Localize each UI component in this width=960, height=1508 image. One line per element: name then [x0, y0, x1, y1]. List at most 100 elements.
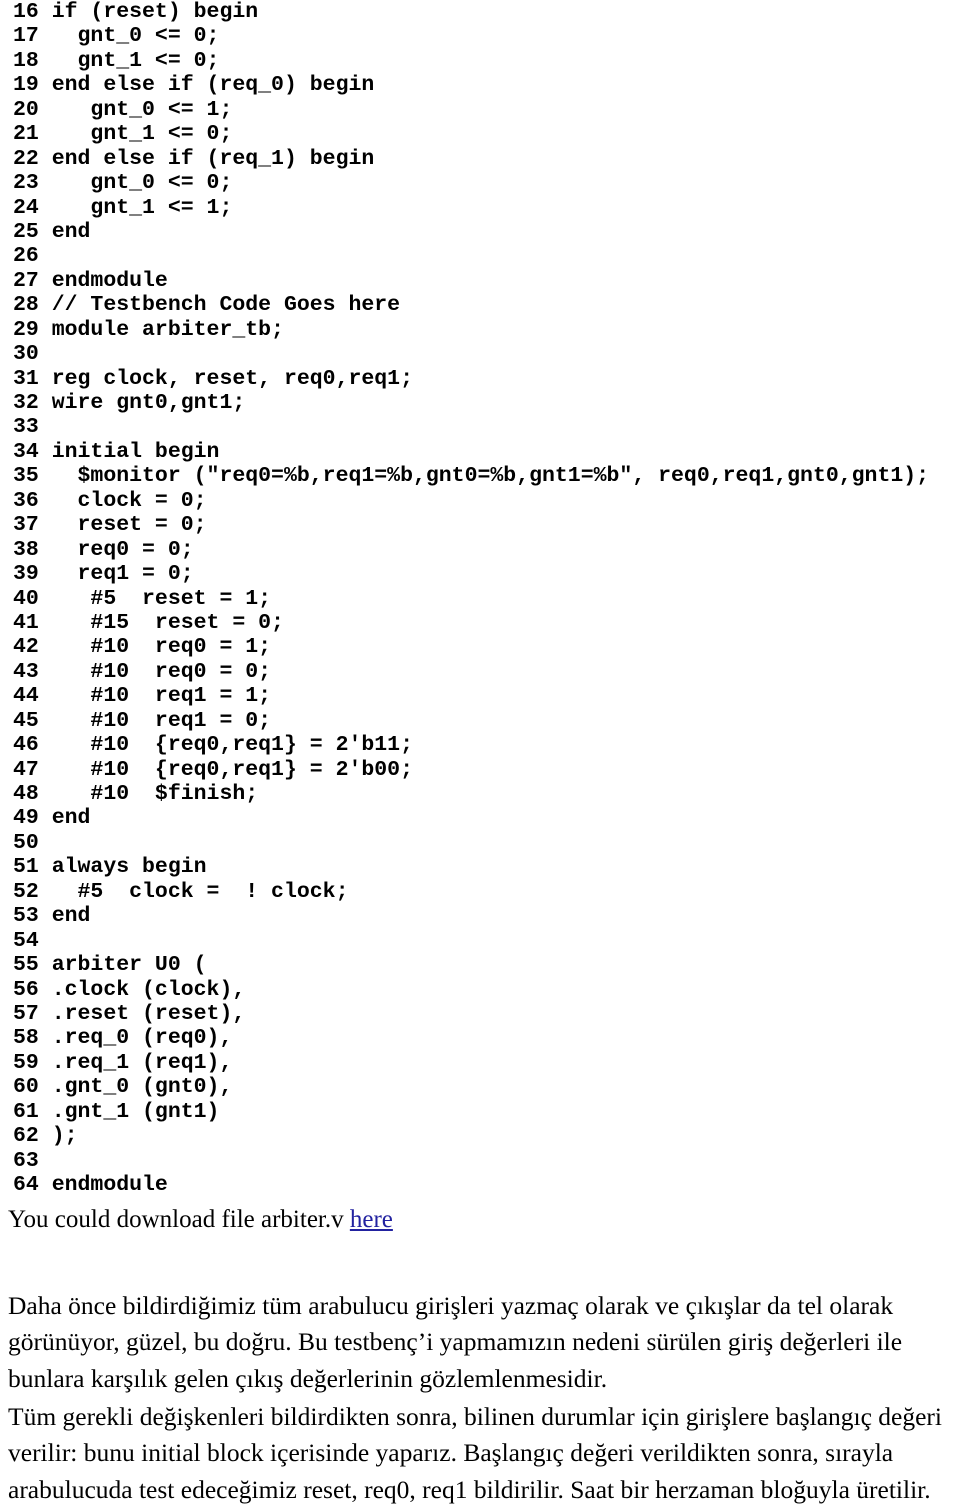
code-line-text: gnt_1 <= 0;: [52, 122, 233, 146]
code-line: 59 .req_1 (req1),: [0, 1051, 960, 1075]
code-line-text: #5 clock = ! clock;: [52, 880, 349, 904]
code-line-number: 25: [13, 220, 39, 244]
code-line-text: #10 req1 = 0;: [52, 709, 271, 733]
code-line-text: req0 = 0;: [52, 538, 194, 562]
code-line: 46 #10 {req0,req1} = 2'b11;: [0, 733, 960, 757]
code-line: 62 );: [0, 1124, 960, 1148]
code-line-number: 28: [13, 293, 39, 317]
code-line-text: #15 reset = 0;: [52, 611, 284, 635]
code-line: 31 reg clock, reset, req0,req1;: [0, 367, 960, 391]
code-line-number: 37: [13, 513, 39, 537]
code-line-number: 46: [13, 733, 39, 757]
download-here-link[interactable]: here: [350, 1206, 393, 1233]
code-line: 30: [0, 342, 960, 366]
code-line: 60 .gnt_0 (gnt0),: [0, 1075, 960, 1099]
code-line-number: 18: [13, 49, 39, 73]
code-line-text: endmodule: [52, 269, 168, 293]
code-line: 17 gnt_0 <= 0;: [0, 24, 960, 48]
code-line-text: $monitor ("req0=%b,req1=%b,gnt0=%b,gnt1=…: [52, 464, 929, 488]
code-line-number: 43: [13, 660, 39, 684]
code-line: 40 #5 reset = 1;: [0, 587, 960, 611]
code-line-number: 57: [13, 1002, 39, 1026]
code-line-number: 39: [13, 562, 39, 586]
code-line-number: 61: [13, 1100, 39, 1124]
code-line-number: 21: [13, 122, 39, 146]
code-line: 47 #10 {req0,req1} = 2'b00;: [0, 758, 960, 782]
code-line: 16 if (reset) begin: [0, 0, 960, 24]
code-line-text: always begin: [52, 855, 207, 879]
code-line: 56 .clock (clock),: [0, 978, 960, 1002]
code-listing: 16 if (reset) begin17 gnt_0 <= 0;18 gnt_…: [0, 0, 960, 1197]
code-line-number: 45: [13, 709, 39, 733]
code-line: 24 gnt_1 <= 1;: [0, 196, 960, 220]
code-line: 55 arbiter U0 (: [0, 953, 960, 977]
code-line-number: 33: [13, 415, 39, 439]
code-line: 25 end: [0, 220, 960, 244]
code-line-number: 36: [13, 489, 39, 513]
code-line: 63: [0, 1149, 960, 1173]
code-line-text: .reset (reset),: [52, 1002, 246, 1026]
code-line-text: gnt_0 <= 0;: [52, 171, 233, 195]
code-line-number: 41: [13, 611, 39, 635]
code-line: 27 endmodule: [0, 269, 960, 293]
code-line: 53 end: [0, 904, 960, 928]
code-line-number: 32: [13, 391, 39, 415]
code-line-number: 30: [13, 342, 39, 366]
code-line-number: 55: [13, 953, 39, 977]
code-line-number: 63: [13, 1149, 39, 1173]
code-line: 22 end else if (req_1) begin: [0, 147, 960, 171]
code-line-text: #10 $finish;: [52, 782, 258, 806]
code-line-number: 47: [13, 758, 39, 782]
code-line-text: initial begin: [52, 440, 220, 464]
code-line: 34 initial begin: [0, 440, 960, 464]
code-line: 18 gnt_1 <= 0;: [0, 49, 960, 73]
code-line-number: 54: [13, 929, 39, 953]
code-line: 49 end: [0, 806, 960, 830]
code-line-number: 53: [13, 904, 39, 928]
code-line: 26: [0, 244, 960, 268]
code-line-text: #10 req1 = 1;: [52, 684, 271, 708]
code-line-number: 22: [13, 147, 39, 171]
code-line-text: if (reset) begin: [52, 0, 258, 24]
code-line-text: gnt_1 <= 1;: [52, 196, 233, 220]
code-line-number: 29: [13, 318, 39, 342]
code-line-number: 16: [13, 0, 39, 24]
code-line-text: );: [52, 1124, 78, 1148]
code-line-number: 38: [13, 538, 39, 562]
code-line-text: end else if (req_0) begin: [52, 73, 375, 97]
code-line-text: clock = 0;: [52, 489, 207, 513]
code-line-number: 60: [13, 1075, 39, 1099]
code-line-text: // Testbench Code Goes here: [52, 293, 400, 317]
code-line-text: #10 {req0,req1} = 2'b11;: [52, 733, 413, 757]
code-line: 28 // Testbench Code Goes here: [0, 293, 960, 317]
code-line-text: #5 reset = 1;: [52, 587, 271, 611]
code-line: 43 #10 req0 = 0;: [0, 660, 960, 684]
code-line-text: arbiter U0 (: [52, 953, 207, 977]
code-line: 21 gnt_1 <= 0;: [0, 122, 960, 146]
code-line: 38 req0 = 0;: [0, 538, 960, 562]
code-line-number: 20: [13, 98, 39, 122]
code-line-number: 23: [13, 171, 39, 195]
code-line-number: 56: [13, 978, 39, 1002]
download-file-line: You could download file arbiter.v here: [8, 1205, 393, 1235]
code-line: 20 gnt_0 <= 1;: [0, 98, 960, 122]
code-line-text: .req_1 (req1),: [52, 1051, 233, 1075]
code-line-number: 19: [13, 73, 39, 97]
code-line-text: reg clock, reset, req0,req1;: [52, 367, 413, 391]
code-line: 54: [0, 929, 960, 953]
code-line-number: 31: [13, 367, 39, 391]
code-line-text: .gnt_0 (gnt0),: [52, 1075, 233, 1099]
code-line-number: 42: [13, 635, 39, 659]
code-line: 58 .req_0 (req0),: [0, 1026, 960, 1050]
code-line: 23 gnt_0 <= 0;: [0, 171, 960, 195]
code-line: 45 #10 req1 = 0;: [0, 709, 960, 733]
code-line-number: 17: [13, 24, 39, 48]
code-line: 64 endmodule: [0, 1173, 960, 1197]
code-line: 61 .gnt_1 (gnt1): [0, 1100, 960, 1124]
code-line: 33: [0, 415, 960, 439]
code-line-number: 50: [13, 831, 39, 855]
code-line: 44 #10 req1 = 1;: [0, 684, 960, 708]
code-line: 29 module arbiter_tb;: [0, 318, 960, 342]
code-line-number: 59: [13, 1051, 39, 1075]
code-line-text: .clock (clock),: [52, 978, 246, 1002]
